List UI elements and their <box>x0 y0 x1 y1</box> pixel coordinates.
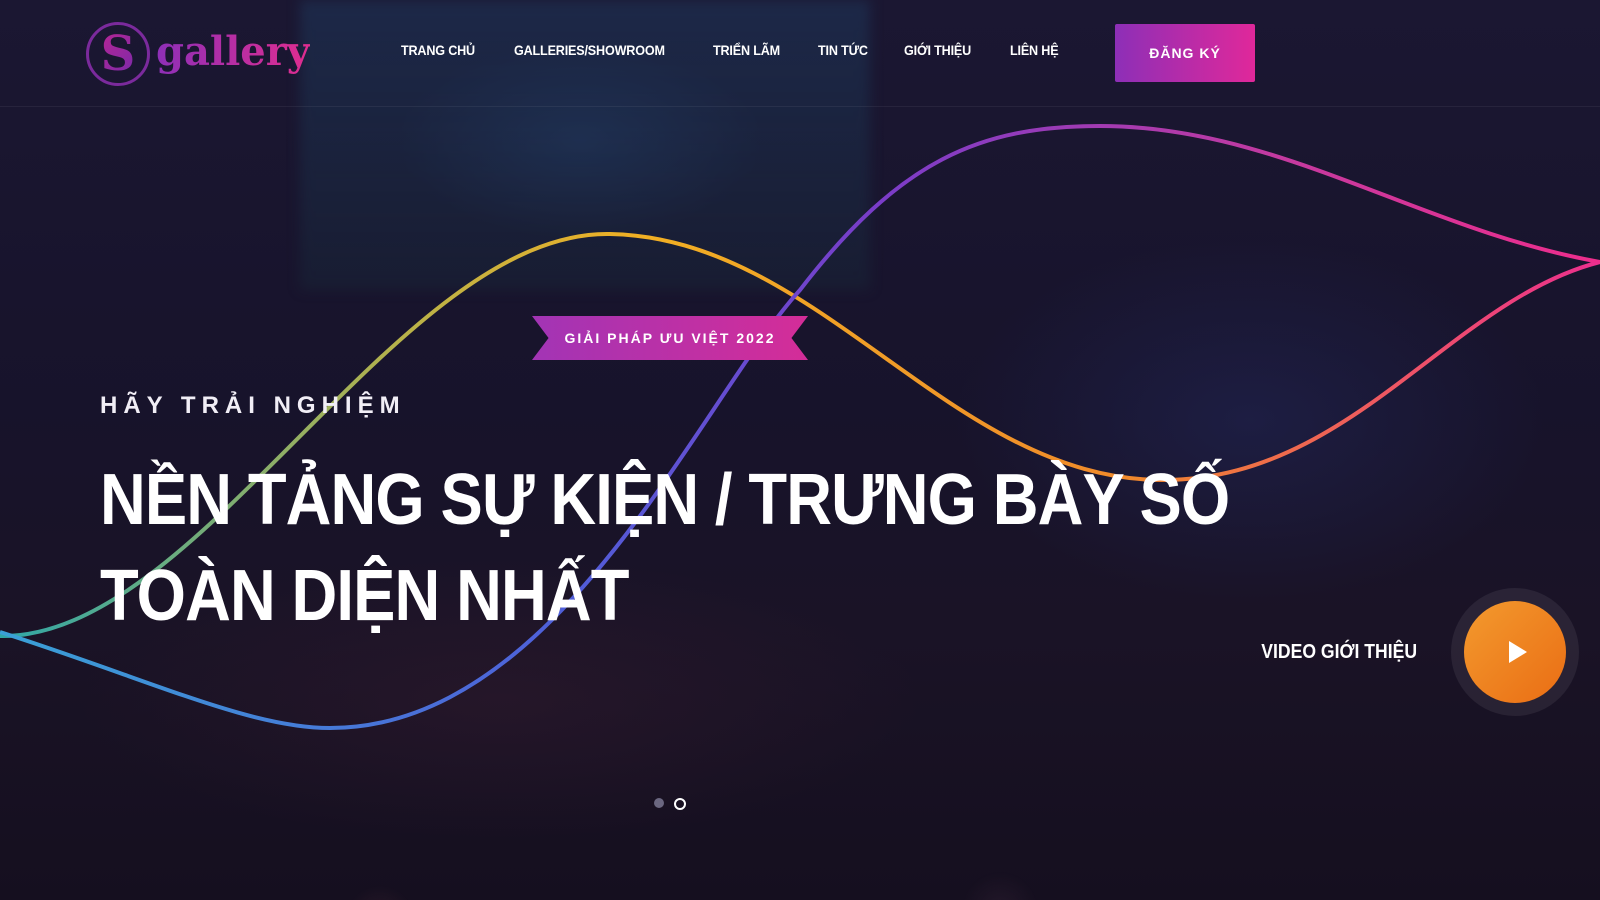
nav-item-news[interactable]: TIN TỨC <box>818 42 868 58</box>
promo-ribbon: GIẢI PHÁP ƯU VIỆT 2022 <box>532 316 808 360</box>
headline-line-2: TOÀN DIỆN NHẤT <box>100 556 629 636</box>
nav-item-exhibitions[interactable]: TRIỂN LÃM <box>713 42 780 58</box>
video-label[interactable]: VIDEO GIỚI THIỆU <box>1261 641 1417 664</box>
site-header: S gallery TRANG CHỦ GALLERIES/SHOWROOM T… <box>0 0 1600 107</box>
slider-dot-2[interactable] <box>674 798 686 810</box>
ribbon-label: GIẢI PHÁP ƯU VIỆT 2022 <box>564 330 776 346</box>
play-icon <box>1509 641 1528 663</box>
slider-pagination <box>654 798 686 810</box>
nav-item-home[interactable]: TRANG CHỦ <box>401 42 475 58</box>
register-button[interactable]: ĐĂNG KÝ <box>1115 24 1255 82</box>
slider-dot-1[interactable] <box>654 798 664 808</box>
nav-item-galleries[interactable]: GALLERIES/SHOWROOM <box>514 42 665 58</box>
hero-headline: NỀN TẢNG SỰ KIỆN / TRƯNG BÀY SỐ TOÀN DIỆ… <box>100 452 1230 644</box>
main-nav: TRANG CHỦ GALLERIES/SHOWROOM TRIỂN LÃM T… <box>401 42 1095 58</box>
play-button[interactable] <box>1464 601 1567 703</box>
logo-mark: S <box>86 22 150 86</box>
hero-eyebrow: HÃY TRẢI NGHIỆM <box>100 392 406 419</box>
intro-video: VIDEO GIỚI THIỆU <box>1240 588 1580 716</box>
nav-item-contact[interactable]: LIÊN HỆ <box>1010 42 1059 58</box>
headline-line-1: NỀN TẢNG SỰ KIỆN / TRƯNG BÀY SỐ <box>100 460 1230 540</box>
nav-item-about[interactable]: GIỚI THIỆU <box>904 42 971 58</box>
logo-wordmark: gallery <box>156 27 311 75</box>
decorative-waves <box>0 123 1600 731</box>
play-button-ring <box>1451 588 1580 716</box>
brand-logo[interactable]: S gallery <box>86 20 310 88</box>
